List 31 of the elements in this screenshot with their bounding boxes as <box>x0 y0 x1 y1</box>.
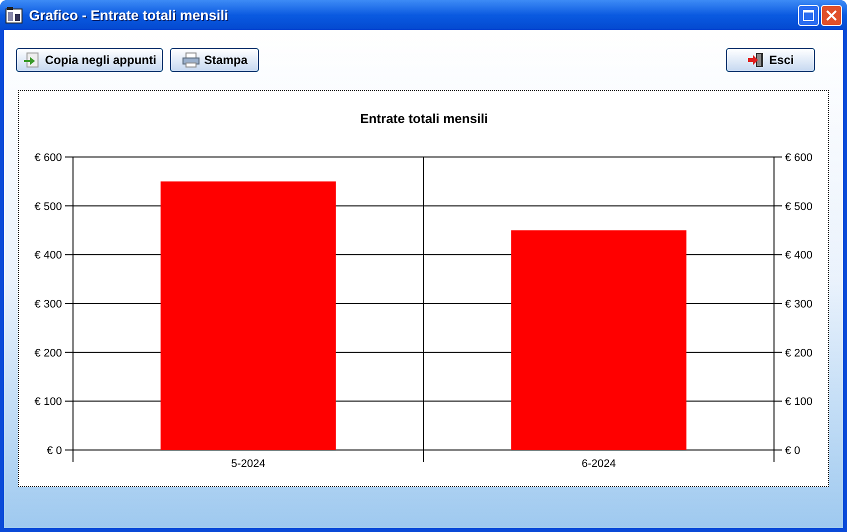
chart-title: Entrate totali mensili <box>360 111 488 126</box>
y-tick-label: € 500 <box>34 200 62 213</box>
y-tick-label: € 600 <box>34 152 62 164</box>
y-tick-label: € 100 <box>34 396 62 408</box>
y-tick-label: € 300 <box>34 298 62 310</box>
maximize-icon <box>803 10 814 20</box>
y-tick-label: € 100 <box>785 396 813 408</box>
window-title: Grafico - Entrate totali mensili <box>29 6 228 24</box>
clipboard-arrow-icon <box>23 52 41 68</box>
y-tick-label: € 0 <box>785 445 800 457</box>
copy-button[interactable]: Copia negli appunti <box>16 48 164 72</box>
tick-mark <box>774 156 782 158</box>
exit-door-icon <box>747 52 766 68</box>
chart-app-icon <box>5 6 23 24</box>
print-button[interactable]: Stampa <box>170 48 260 72</box>
y-tick-label: € 400 <box>34 250 62 262</box>
y-tick-label: € 0 <box>46 445 62 457</box>
tick-mark <box>64 156 74 158</box>
y-tick-label: € 400 <box>785 250 813 262</box>
close-icon <box>826 10 837 20</box>
y-tick-label: € 300 <box>785 298 813 310</box>
y-tick-label: € 200 <box>785 347 813 360</box>
y-tick-label: € 600 <box>785 152 813 164</box>
maximize-button[interactable] <box>798 4 819 26</box>
exit-button[interactable]: Esci <box>726 48 815 72</box>
y-tick-label: € 500 <box>785 200 813 213</box>
close-button[interactable] <box>821 4 842 26</box>
x-tick-label: 5-2024 <box>231 458 266 470</box>
y-tick-label: € 200 <box>34 347 62 360</box>
printer-icon <box>182 52 200 68</box>
x-tick-label: 6-2024 <box>582 458 616 470</box>
